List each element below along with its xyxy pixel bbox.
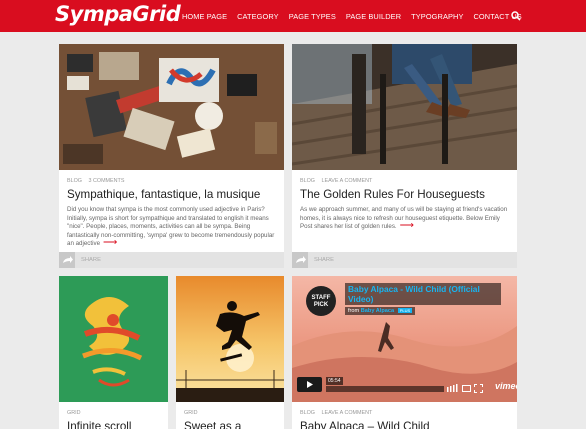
nav-page-builder[interactable]: PAGE BUILDER (346, 12, 401, 21)
video-from-label: from (348, 308, 360, 314)
play-icon (307, 381, 313, 388)
post-meta: BLOG 3 COMMENTS (67, 178, 129, 184)
post-meta: GRID (184, 410, 202, 416)
post-thumbnail-desk[interactable] (59, 44, 284, 170)
nav-category[interactable]: CATEGORY (237, 12, 279, 21)
read-more-arrow[interactable]: ⟶ (400, 220, 414, 231)
post-title[interactable]: Sweet as a (184, 420, 241, 429)
share-bar: SHARE (292, 252, 517, 268)
post-thumbnail-skater[interactable] (176, 276, 284, 402)
nav-page-types[interactable]: PAGE TYPES (289, 12, 336, 21)
post-excerpt: Did you know that sympa is the most comm… (67, 206, 279, 250)
post-title[interactable]: Infinite scroll (67, 420, 131, 429)
plus-badge: PLUS (397, 308, 413, 313)
search-icon[interactable] (511, 11, 521, 21)
desk-flatlay-image (59, 44, 284, 170)
post-excerpt: As we approach summer, and many of us wi… (300, 206, 512, 234)
video-timestamp: 05:54 (326, 377, 343, 385)
post-card-infinite-scroll: GRID Infinite scroll (59, 276, 168, 429)
video-player[interactable]: STAFF PICK Baby Alpaca - Wild Child (Off… (292, 276, 517, 402)
video-progress-bar[interactable] (326, 386, 444, 392)
post-card-houseguests: BLOG LEAVE A COMMENT The Golden Rules Fo… (292, 44, 517, 268)
share-arrow-icon (63, 256, 73, 263)
share-label: SHARE (81, 257, 101, 263)
meta-comments[interactable]: LEAVE A COMMENT (321, 178, 372, 184)
post-title[interactable]: Baby Alpaca – Wild Child (300, 420, 430, 429)
main-nav: HOME PAGE CATEGORY PAGE TYPES PAGE BUILD… (182, 0, 532, 32)
fullscreen-icon[interactable] (474, 384, 483, 393)
video-byline: from Baby Alpaca PLUS (345, 307, 416, 315)
meta-category[interactable]: BLOG (67, 178, 82, 184)
meta-category[interactable]: BLOG (300, 178, 315, 184)
share-button[interactable] (59, 252, 75, 268)
vimeo-logo[interactable]: vimeo (495, 381, 517, 391)
post-thumbnail-typography[interactable] (59, 276, 168, 402)
share-button[interactable] (292, 252, 308, 268)
meta-category[interactable]: GRID (184, 410, 197, 416)
staff-pick-line-2: PICK (313, 302, 329, 308)
share-bar: SHARE (59, 252, 284, 268)
share-label: SHARE (314, 257, 334, 263)
site-logo[interactable]: SympaGrid (55, 2, 181, 26)
share-arrow-icon (296, 256, 306, 263)
lettering-art-image (59, 276, 168, 402)
meta-category[interactable]: GRID (67, 410, 80, 416)
top-navigation-bar: SympaGrid HOME PAGE CATEGORY PAGE TYPES … (0, 0, 586, 32)
post-meta: GRID (67, 410, 85, 416)
volume-icon[interactable] (446, 384, 460, 393)
post-meta: BLOG LEAVE A COMMENT (300, 178, 377, 184)
post-meta: BLOG LEAVE A COMMENT (300, 410, 377, 416)
nav-home-page[interactable]: HOME PAGE (182, 12, 227, 21)
post-title[interactable]: The Golden Rules For Houseguests (300, 188, 485, 201)
meta-comments[interactable]: 3 COMMENTS (88, 178, 124, 184)
meta-comments[interactable]: LEAVE A COMMENT (321, 410, 372, 416)
porch-chair-image (292, 44, 517, 170)
nav-typography[interactable]: TYPOGRAPHY (411, 12, 463, 21)
post-card-sweet-as-a: GRID Sweet as a (176, 276, 284, 429)
meta-category[interactable]: BLOG (300, 410, 315, 416)
post-card-sympathique: BLOG 3 COMMENTS Sympathique, fantastique… (59, 44, 284, 268)
staff-pick-badge: STAFF PICK (306, 286, 336, 316)
video-author-link[interactable]: Baby Alpaca (361, 308, 394, 314)
post-title[interactable]: Sympathique, fantastique, la musique (67, 188, 260, 201)
hd-icon[interactable] (462, 384, 471, 393)
skateboarder-silhouette-image (176, 276, 284, 402)
play-button[interactable] (297, 377, 322, 392)
staff-pick-line-1: STAFF (311, 295, 331, 301)
read-more-arrow[interactable]: ⟶ (103, 237, 117, 248)
post-card-baby-alpaca: STAFF PICK Baby Alpaca - Wild Child (Off… (292, 276, 517, 429)
post-excerpt-text: Did you know that sympa is the most comm… (67, 206, 275, 248)
video-title[interactable]: Baby Alpaca - Wild Child (Official Video… (345, 283, 501, 305)
post-thumbnail-porch[interactable] (292, 44, 517, 170)
